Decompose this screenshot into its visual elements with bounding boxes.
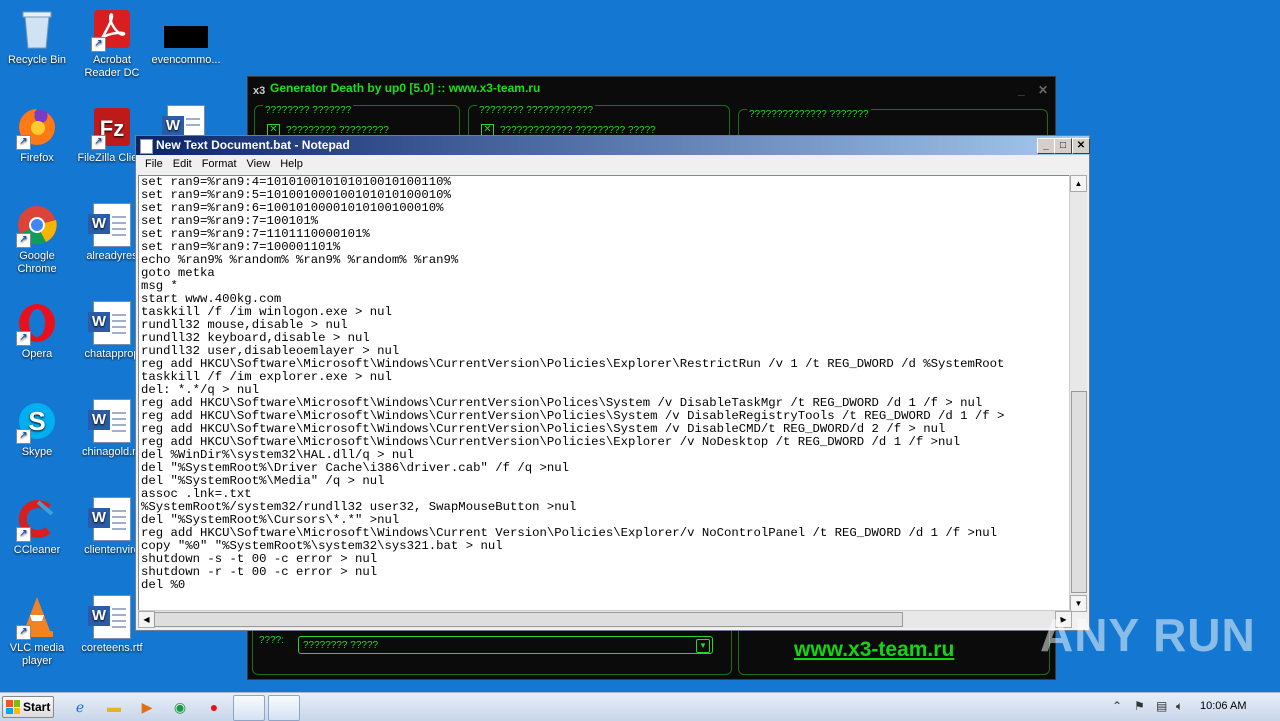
desktop-icon-label: coreteens.rtf <box>81 642 143 654</box>
windows-flag-icon <box>6 700 20 714</box>
group-legend: ???????? ???????????? <box>477 105 596 116</box>
x3-team-link[interactable]: www.x3-team.ru <box>794 638 954 662</box>
close-icon[interactable]: ✕ <box>1038 79 1048 101</box>
notepad-window[interactable]: New Text Document.bat - Notepad _ □ ✕ Fi… <box>135 135 1090 631</box>
shortcut-arrow-icon: ↗ <box>16 233 31 248</box>
notepad-icon <box>140 139 153 154</box>
tray-flag-icon[interactable]: ⚑ <box>1134 699 1145 713</box>
vertical-scroll-thumb[interactable] <box>1071 391 1087 593</box>
ccleaner-icon: ↗ <box>14 496 60 542</box>
desktop-icon-evencommo[interactable]: evencommo... <box>149 6 223 67</box>
desktop-icon-label: Skype <box>21 446 53 458</box>
close-button[interactable]: ✕ <box>1072 138 1090 154</box>
generator-combo-box[interactable]: ???????? ????? ▼ <box>298 636 713 654</box>
firefox-icon: ↗ <box>14 104 60 150</box>
scroll-left-icon[interactable]: ◀ <box>138 611 155 628</box>
menu-view[interactable]: View <box>242 155 276 173</box>
horizontal-scrollbar[interactable]: ◀ ▶ <box>138 610 1072 628</box>
generator-title-bar[interactable]: x3 Generator Death by up0 [5.0] :: www.x… <box>248 77 1055 99</box>
bottom-label: ????: <box>259 635 285 646</box>
menu-format[interactable]: Format <box>197 155 242 173</box>
taskbar: Start ℯ ▬ ▶ ◉ ● ⌃ ⚑ ▤ 🔈︎ 10:06 AM <box>0 692 1280 721</box>
notepad-menu-bar: File Edit Format View Help <box>136 155 1089 173</box>
shortcut-arrow-icon: ↗ <box>16 331 31 346</box>
desktop-icon-ccleaner[interactable]: ↗ CCleaner <box>0 496 74 557</box>
word-document-icon <box>88 300 135 346</box>
vertical-scrollbar[interactable]: ▲ ▼ <box>1069 175 1087 612</box>
scroll-up-icon[interactable]: ▲ <box>1070 175 1087 192</box>
desktop-icon-acrobat[interactable]: ↗ Acrobat Reader DC <box>75 6 149 80</box>
desktop-icon-firefox[interactable]: ↗ Firefox <box>0 104 74 165</box>
shortcut-arrow-icon: ↗ <box>16 429 31 444</box>
shortcut-arrow-icon: ↗ <box>16 527 31 542</box>
internet-explorer-icon[interactable]: ℯ <box>70 697 90 717</box>
desktop-icon-label: VLC media player <box>9 642 65 667</box>
black-file-icon <box>163 6 209 52</box>
taskbar-generator-app[interactable] <box>233 695 265 721</box>
notepad-text-content: set ran9=%ran9:4=10101001010101001010011… <box>141 175 1005 592</box>
recycle-bin-icon <box>14 6 60 52</box>
minimize-button[interactable]: _ <box>1037 138 1055 154</box>
desktop-icon-label: Firefox <box>20 152 54 164</box>
notepad-title-bar[interactable]: New Text Document.bat - Notepad _ □ ✕ <box>136 136 1090 155</box>
desktop-icon-vlc[interactable]: ↗ VLC media player <box>0 594 74 668</box>
desktop-icon-recycle-bin[interactable]: Recycle Bin <box>0 6 74 67</box>
chrome-icon: ↗ <box>14 202 60 248</box>
desktop-icon-label: Opera <box>21 348 53 360</box>
word-document-icon <box>88 202 135 248</box>
horizontal-scroll-thumb[interactable] <box>154 612 903 627</box>
notepad-text-area[interactable]: set ran9=%ran9:4=10101001010101001010011… <box>138 175 1072 612</box>
word-document-icon <box>88 594 135 640</box>
desktop-icon-skype[interactable]: S ↗ Skype <box>0 398 74 459</box>
start-label: Start <box>23 700 51 714</box>
x3-logo-icon: x3 <box>253 85 266 97</box>
shortcut-arrow-icon: ↗ <box>91 37 106 52</box>
word-document-icon <box>88 398 135 444</box>
generator-title: Generator Death by up0 [5.0] :: www.x3-t… <box>270 81 541 95</box>
media-player-icon[interactable]: ▶ <box>137 697 157 717</box>
shortcut-arrow-icon: ↗ <box>91 135 106 150</box>
chevron-down-icon[interactable]: ▼ <box>696 639 710 653</box>
word-document-icon <box>88 496 135 542</box>
desktop-icon-label: Google Chrome <box>17 250 57 275</box>
anyrun-watermark: ANY RUN <box>1040 609 1256 661</box>
group-legend: ?????????????? ??????? <box>747 109 871 120</box>
opera-taskbar-icon[interactable]: ● <box>204 697 224 717</box>
menu-file[interactable]: File <box>140 155 168 173</box>
combo-value: ???????? ????? <box>303 640 379 651</box>
desktop-icon-opera[interactable]: ↗ Opera <box>0 300 74 361</box>
opera-icon: ↗ <box>14 300 60 346</box>
desktop-icon-chrome[interactable]: ↗ Google Chrome <box>0 202 74 276</box>
menu-edit[interactable]: Edit <box>168 155 197 173</box>
folder-icon[interactable]: ▬ <box>104 697 124 717</box>
chrome-taskbar-icon[interactable]: ◉ <box>170 697 190 717</box>
vlc-cone-icon: ↗ <box>14 594 60 640</box>
acrobat-icon: ↗ <box>89 6 135 52</box>
skype-icon: S ↗ <box>14 398 60 444</box>
shortcut-arrow-icon: ↗ <box>16 625 31 640</box>
clock[interactable]: 10:06 AM <box>1200 700 1246 712</box>
tray-expand-icon[interactable]: ⌃ <box>1112 699 1122 713</box>
start-button[interactable]: Start <box>2 696 54 718</box>
menu-help[interactable]: Help <box>275 155 308 173</box>
maximize-button[interactable]: □ <box>1054 138 1072 154</box>
group-legend: ???????? ??????? <box>263 105 354 116</box>
desktop-icon-label: CCleaner <box>13 544 61 556</box>
tray-network-icon[interactable]: ▤ <box>1156 699 1167 713</box>
shortcut-arrow-icon: ↗ <box>16 135 31 150</box>
desktop-icon-label: Recycle Bin <box>7 54 67 66</box>
desktop-icon-label: Acrobat Reader DC <box>84 54 140 79</box>
filezilla-icon: Fz ↗ <box>89 104 135 150</box>
tray-volume-icon[interactable]: 🔈︎ <box>1176 699 1183 714</box>
minimize-icon[interactable]: _ <box>1018 79 1025 101</box>
notepad-title: New Text Document.bat - Notepad <box>156 138 350 152</box>
taskbar-notepad-app[interactable] <box>268 695 300 721</box>
desktop-icon-label: evencommo... <box>151 54 221 66</box>
